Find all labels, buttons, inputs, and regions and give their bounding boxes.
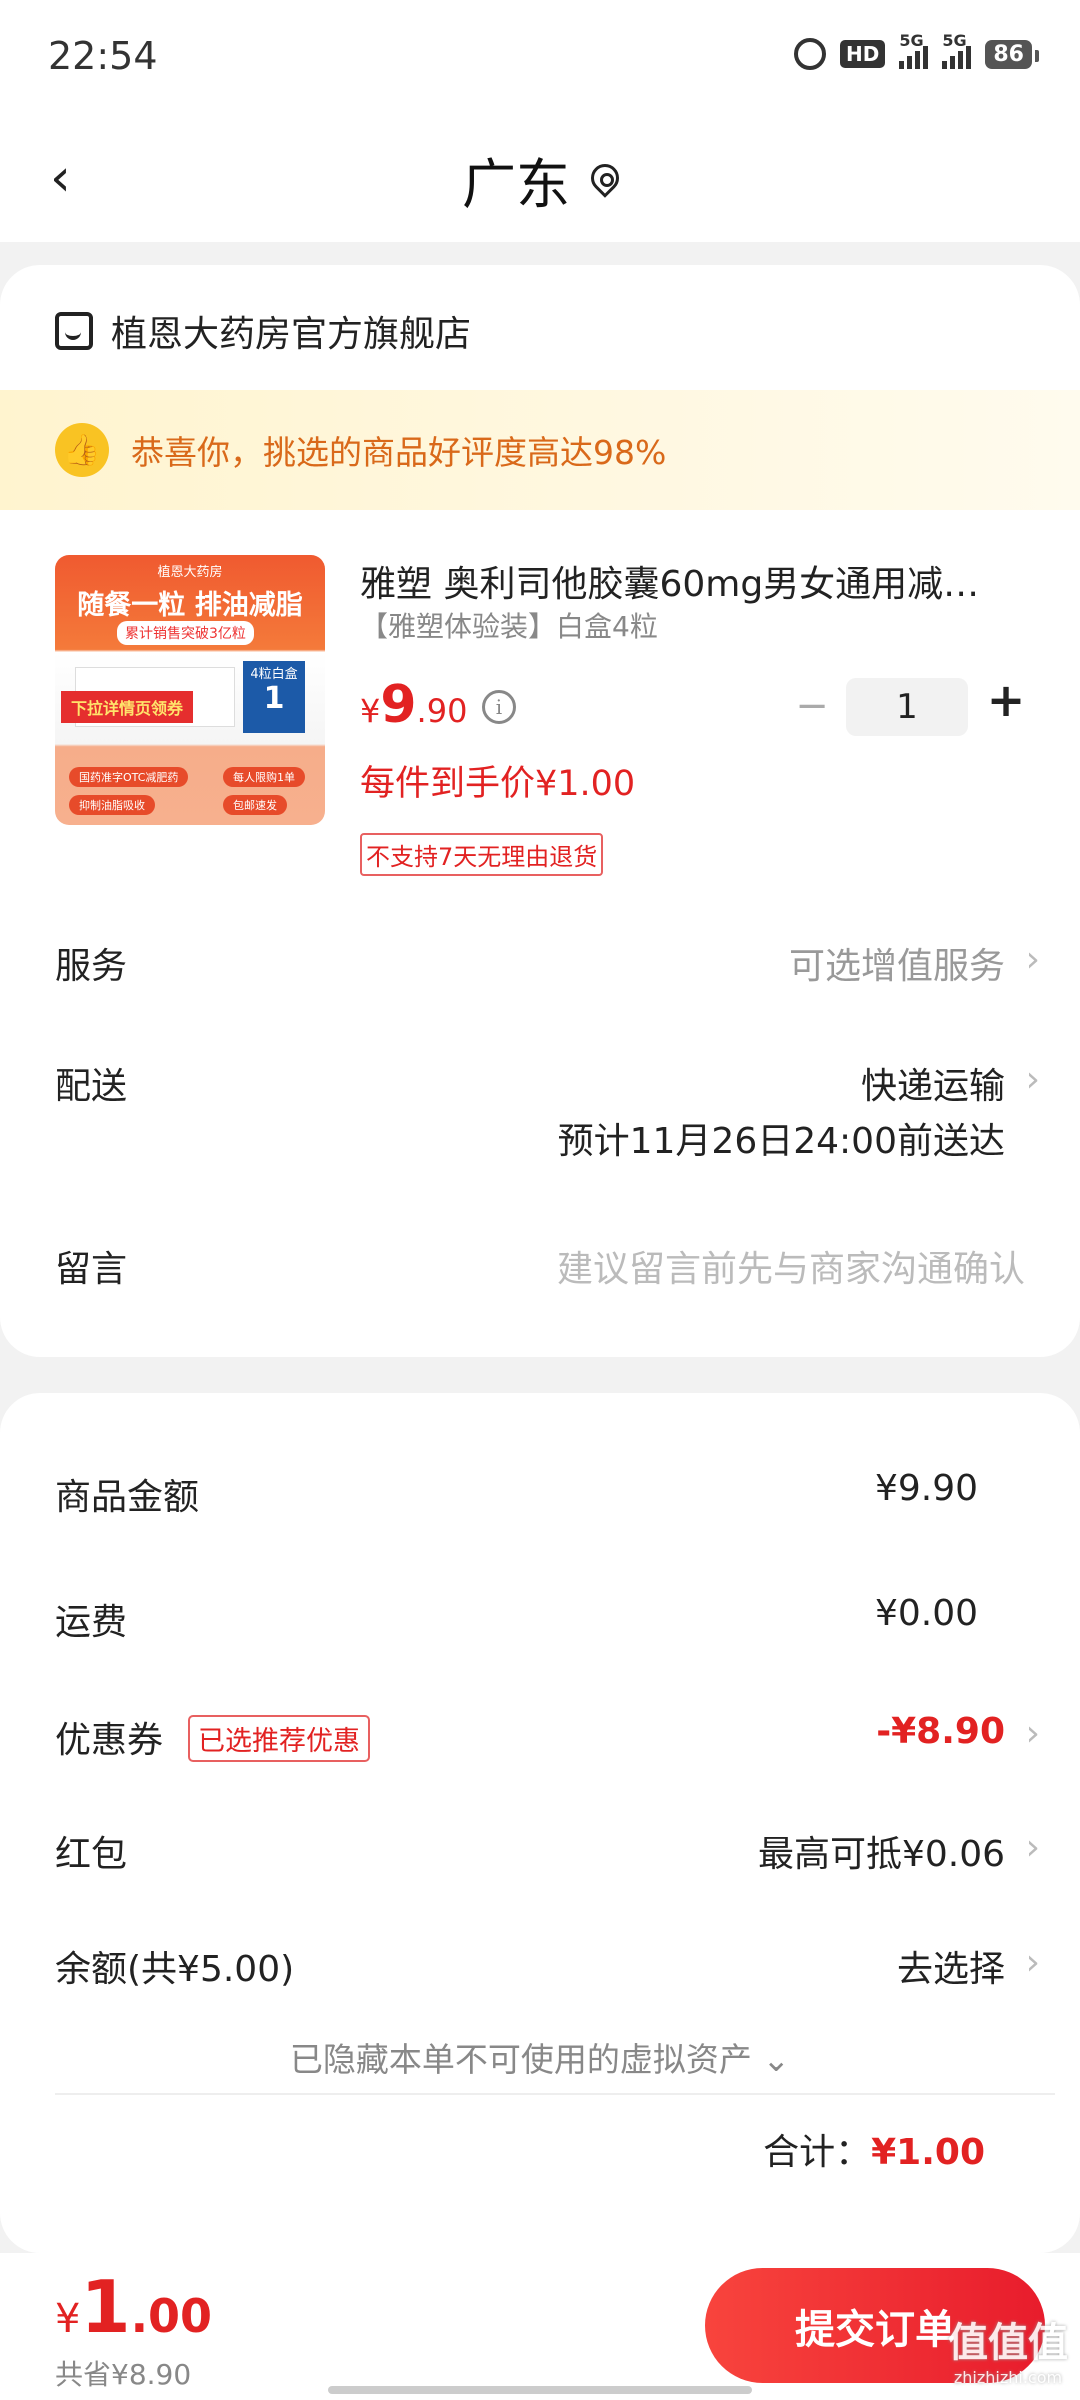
battery-icon: 86 (985, 39, 1039, 69)
deal-price: 每件到手价¥1.00 (360, 764, 636, 804)
product-count-number: 1 (263, 681, 285, 716)
product-count-label: 4粒白盒 (250, 667, 298, 682)
product-image-tag: 国药准字OTC减肥药 (69, 767, 189, 787)
delivery-value[interactable]: 快递运输 (861, 1057, 1005, 1109)
rating-banner: 👍 恭喜你，挑选的商品好评度高达98% (0, 390, 1080, 510)
goods-amount-value: ¥9.90 (874, 1468, 978, 1509)
page-title: 广东 (462, 153, 570, 216)
shop-row[interactable]: 植恩大药房官方旗舰店 (55, 305, 471, 357)
bottom-price-decimal: .00 (130, 2289, 213, 2343)
chevron-right-icon[interactable]: › (1026, 1942, 1040, 1983)
watermark-main: 值值值 (948, 2320, 1068, 2366)
product-spec[interactable]: 【雅塑体验装】白盒4粒 (360, 605, 658, 645)
decrease-quantity-button[interactable]: − (792, 683, 832, 729)
chevron-right-icon[interactable]: › (1026, 1059, 1040, 1100)
hd-icon: HD (840, 40, 886, 68)
chevron-down-icon: ⌄ (762, 2040, 791, 2079)
rating-banner-text: 恭喜你，挑选的商品好评度高达98% (131, 433, 667, 472)
coupon-badge: 已选推荐优惠 (188, 1715, 370, 1762)
price-decimal: .90 (416, 692, 468, 730)
product-image-coupon: 下拉详情页领券 (61, 691, 194, 723)
signal-icon: 5G (899, 31, 929, 69)
total-value: ¥1.00 (871, 2132, 985, 2173)
chevron-right-icon[interactable]: › (1026, 1827, 1040, 1868)
product-image-brand: 植恩大药房 (157, 565, 223, 580)
product-count-badge: 4粒白盒 1 (243, 661, 305, 733)
product-image-tag: 包邮速发 (223, 795, 287, 815)
message-label: 留言 (55, 1249, 128, 1290)
summary-card: 商品金额 ¥9.90 运费 ¥0.00 优惠券 已选推荐优惠 -¥8.90 › … (0, 1393, 1080, 2253)
shop-icon (55, 312, 93, 350)
product-image[interactable]: 植恩大药房 随餐一粒 排油减脂 累计销售突破3亿粒 4粒白盒 1 下拉详情页领券… (55, 555, 325, 825)
status-time: 22:54 (48, 34, 158, 78)
red-packet-label: 红包 (55, 1834, 128, 1875)
price-currency: ¥ (360, 692, 381, 730)
service-label: 服务 (55, 946, 128, 987)
product-image-tag: 抑制油脂吸收 (69, 795, 155, 815)
bottom-bar: ¥1.00 共省¥8.90 提交订单 (0, 2253, 1080, 2400)
alarm-icon (794, 38, 827, 70)
thumbs-up-icon: 👍 (55, 423, 109, 477)
signal-icon-2: 5G (942, 31, 972, 69)
shipping-value: ¥0.00 (874, 1593, 978, 1634)
total-saved: 共省¥8.90 (55, 2358, 192, 2391)
product-price: ¥9.90 (360, 675, 467, 735)
balance-value[interactable]: 去选择 (897, 1940, 1005, 1992)
order-card: 植恩大药房官方旗舰店 👍 恭喜你，挑选的商品好评度高达98% 植恩大药房 随餐一… (0, 265, 1080, 1357)
product-image-headline: 随餐一粒 排油减脂 (77, 590, 303, 621)
price-integer: 9 (380, 675, 417, 735)
hidden-assets-toggle[interactable]: 已隐藏本单不可使用的虚拟资产 ⌄ (0, 2033, 1080, 2081)
bottom-total-price: ¥1.00 (55, 2265, 212, 2349)
info-icon[interactable]: i (482, 690, 516, 724)
product-image-sub: 累计销售突破3亿粒 (117, 621, 254, 645)
chevron-right-icon[interactable]: › (1026, 1713, 1040, 1754)
bottom-price-currency: ¥ (55, 2296, 81, 2342)
watermark-logo: 值值值 zhizhizhi.com (948, 2310, 1068, 2387)
address-selector[interactable]: 广东 (0, 140, 1080, 219)
watermark-sub: zhizhizhi.com (953, 2368, 1063, 2387)
coupon-label: 优惠券 (55, 1720, 164, 1761)
product-title[interactable]: 雅塑 奥利司他胶囊60mg男女通用减… (360, 555, 1030, 607)
red-packet-value[interactable]: 最高可抵¥0.06 (758, 1825, 1005, 1877)
shipping-label: 运费 (55, 1602, 128, 1643)
balance-label: 余额(共¥5.00) (55, 1949, 295, 1990)
total-label: 合计： (763, 2132, 872, 2173)
total-row: 合计：¥1.00 (763, 2123, 985, 2175)
nav-bar: ‹ 广东 (0, 118, 1080, 242)
increase-quantity-button[interactable]: + (986, 673, 1026, 727)
quantity-field[interactable]: 1 (846, 678, 968, 736)
delivery-label: 配送 (55, 1066, 128, 1107)
service-value[interactable]: 可选增值服务 (789, 937, 1005, 989)
goods-amount-label: 商品金额 (55, 1477, 200, 1518)
return-policy-badge: 不支持7天无理由退货 (360, 833, 604, 876)
coupon-value[interactable]: -¥8.90 (876, 1711, 1005, 1752)
home-indicator[interactable] (328, 2386, 752, 2394)
status-bar: 22:54 HD 5G 5G 86 (0, 0, 1080, 118)
shop-name: 植恩大药房官方旗舰店 (111, 314, 472, 355)
hidden-assets-text: 已隐藏本单不可使用的虚拟资产 (289, 2040, 752, 2079)
chevron-right-icon[interactable]: › (1026, 939, 1040, 980)
delivery-eta: 预计11月26日24:00前送达 (557, 1121, 1005, 1162)
location-pin-icon (590, 162, 618, 198)
product-image-tag: 每人限购1单 (223, 767, 305, 787)
divider (55, 2093, 1055, 2095)
message-input[interactable]: 建议留言前先与商家沟通确认 (557, 1240, 1025, 1292)
status-icons: HD 5G 5G 86 (794, 31, 1039, 70)
bottom-price-integer: 1 (80, 2265, 131, 2349)
